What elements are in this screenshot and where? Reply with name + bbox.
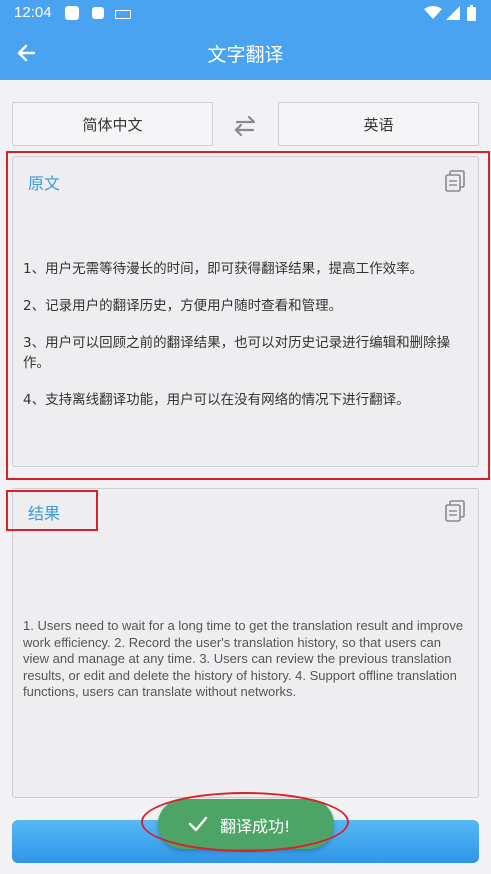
status-time: 12:04	[14, 4, 52, 21]
success-toast: 翻译成功!	[158, 799, 334, 849]
result-text-panel[interactable]: 结果 1. Users need to wait for a long time…	[12, 488, 479, 798]
wifi-icon	[424, 6, 442, 19]
keyboard-icon	[115, 10, 131, 19]
source-line: 4、支持离线翻译功能，用户可以在没有网络的情况下进行翻译。	[23, 392, 410, 408]
swap-languages-icon[interactable]	[231, 112, 259, 140]
source-line: 2、记录用户的翻译历史，方便用户随时查看和管理。	[23, 298, 343, 314]
notification-square-icon	[65, 6, 79, 20]
toast-text: 翻译成功!	[220, 817, 291, 836]
target-language-button[interactable]: 英语	[278, 102, 479, 146]
source-line: 1、用户无需等待漫长的时间，即可获得翻译结果，提高工作效率。	[23, 261, 424, 277]
source-text: 1、用户无需等待漫长的时间，即可获得翻译结果，提高工作效率。 2、记录用户的翻译…	[23, 259, 466, 427]
app-bar: 文字翻译	[0, 26, 491, 80]
battery-icon	[467, 5, 476, 21]
source-panel-label: 原文	[28, 174, 61, 193]
status-bar: 12:04	[0, 0, 491, 26]
source-language-button[interactable]: 简体中文	[12, 102, 213, 146]
source-text-panel[interactable]: 原文 1、用户无需等待漫长的时间，即可获得翻译结果，提高工作效率。 2、记录用户…	[12, 156, 479, 467]
result-panel-label: 结果	[28, 504, 61, 523]
result-text: 1. Users need to wait for a long time to…	[23, 618, 464, 699]
keyboard-a-icon	[92, 7, 104, 19]
check-icon	[188, 816, 208, 832]
source-line: 3、用户可以回顾之前的翻译结果，也可以对历史记录进行编辑和删除操作。	[23, 335, 451, 371]
signal-icon	[446, 6, 460, 20]
copy-result-icon[interactable]	[444, 499, 466, 523]
copy-source-icon[interactable]	[444, 169, 466, 193]
page-title: 文字翻译	[207, 44, 284, 66]
